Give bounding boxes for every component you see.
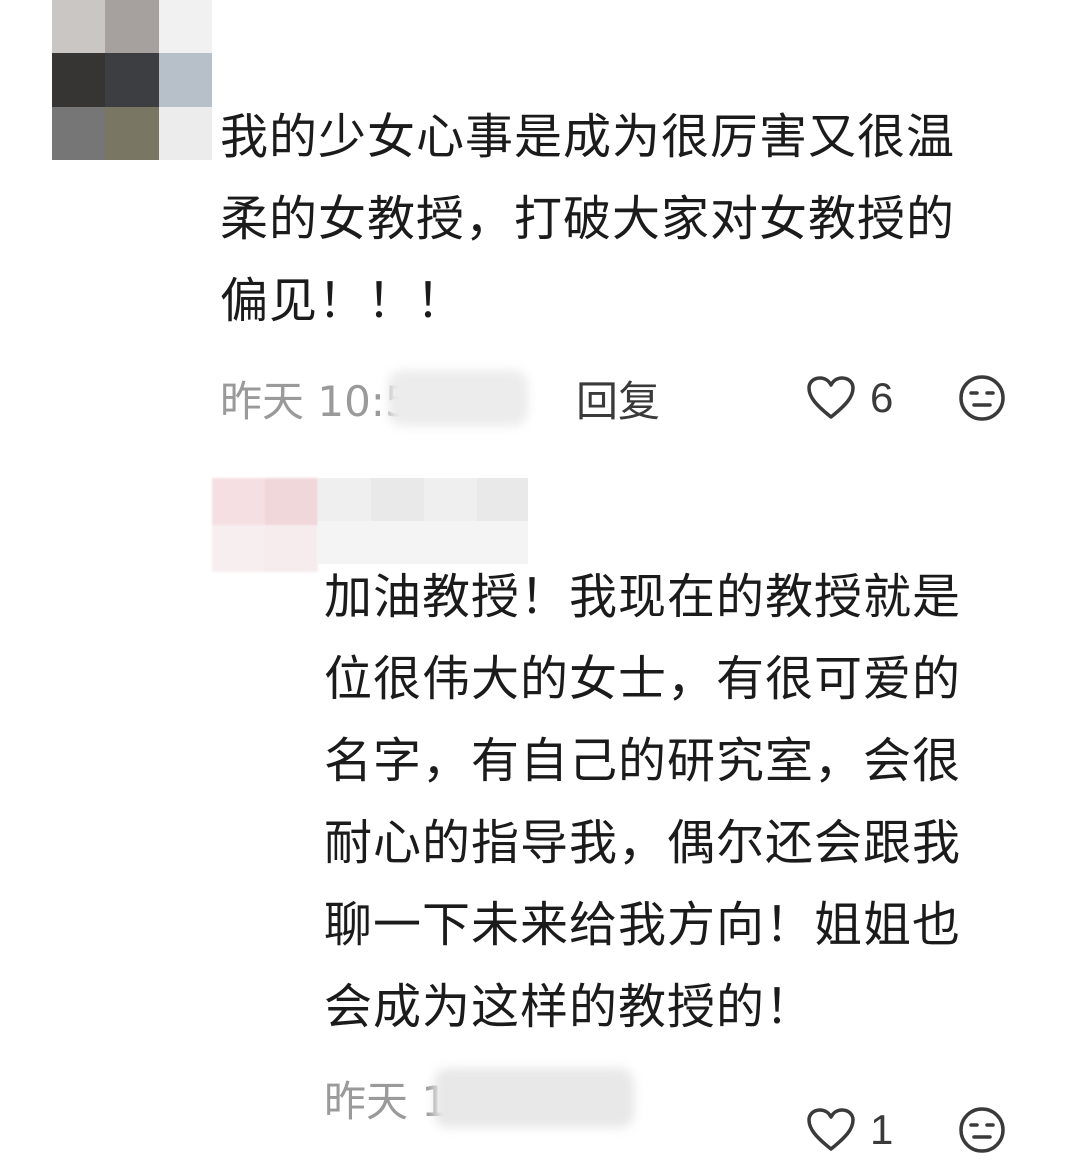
comment-text: 我的少女心事是成为很厉害又很温 柔的女教授，打破大家对女教授的 偏见！！！: [220, 109, 956, 329]
reply-timestamp-text: 昨天 1: [324, 1076, 449, 1126]
reply-comment-text: 加油教授！我现在的教授就是 位很伟大的女士，有很可爱的 名字，有自己的研究室，会…: [324, 569, 962, 1035]
neutral-face-icon[interactable]: [958, 374, 1006, 422]
timestamp-blurred: [387, 370, 528, 426]
timestamp-text: 昨天 10:5: [220, 376, 412, 426]
reply-like-button[interactable]: 1: [806, 1100, 893, 1160]
reply-username-blurred: [318, 478, 528, 564]
reply-like-count: 1: [870, 1106, 894, 1153]
like-button[interactable]: 6: [806, 368, 893, 428]
like-count: 6: [870, 374, 894, 421]
avatar[interactable]: [52, 0, 212, 160]
comment-timestamp: 昨天 10:5: [220, 368, 528, 428]
reply-avatar[interactable]: [212, 478, 318, 572]
heart-outline-icon: [807, 376, 855, 419]
neutral-face-icon[interactable]: [958, 1106, 1006, 1154]
reply-timestamp-blurred: [434, 1068, 635, 1128]
reply-timestamp: 昨天 1: [324, 1068, 635, 1128]
reply-button[interactable]: 回复: [576, 368, 660, 428]
heart-outline-icon: [807, 1108, 855, 1151]
